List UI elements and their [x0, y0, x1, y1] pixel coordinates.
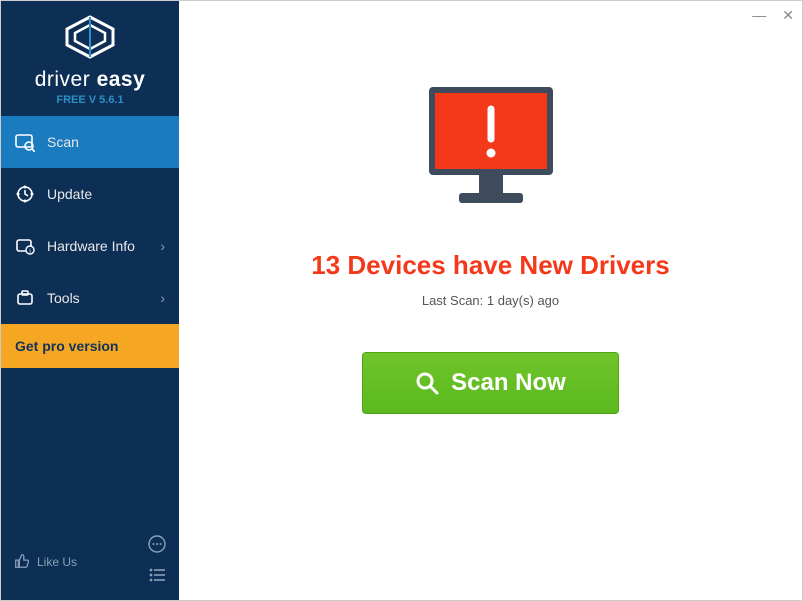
get-pro-button[interactable]: Get pro version: [1, 324, 179, 368]
menu-icon[interactable]: [147, 565, 167, 590]
bottom-icons: [147, 534, 167, 590]
nav-update[interactable]: Update: [1, 168, 179, 220]
tools-icon: [15, 288, 35, 308]
nav-tools[interactable]: Tools ›: [1, 272, 179, 324]
thumbs-up-icon: [13, 552, 31, 573]
content: 13 Devices have New Drivers Last Scan: 1…: [179, 29, 802, 600]
scan-icon: [15, 132, 35, 152]
monitor-alert-icon: [411, 79, 571, 224]
scan-result-headline: 13 Devices have New Drivers: [311, 250, 669, 281]
main-area: — ✕ 13 Devices have New Drivers Last Sca…: [179, 1, 802, 600]
chevron-right-icon: ›: [160, 238, 165, 254]
last-scan-text: Last Scan: 1 day(s) ago: [422, 293, 559, 308]
version-label: FREE V 5.6.1: [1, 94, 179, 106]
get-pro-label: Get pro version: [15, 338, 118, 354]
logo-area: driver easy FREE V 5.6.1: [1, 1, 179, 116]
feedback-icon[interactable]: [147, 534, 167, 559]
nav-hardware[interactable]: i Hardware Info ›: [1, 220, 179, 272]
scan-now-button[interactable]: Scan Now: [362, 352, 619, 414]
nav-scan-label: Scan: [47, 134, 79, 150]
update-icon: [15, 184, 35, 204]
minimize-button[interactable]: —: [752, 7, 766, 23]
chevron-right-icon: ›: [160, 290, 165, 306]
scan-now-label: Scan Now: [451, 369, 566, 397]
app-window: driver easy FREE V 5.6.1 Scan Update i: [1, 1, 802, 600]
nav: Scan Update i Hardware Info › Tools: [1, 116, 179, 524]
hardware-icon: i: [15, 236, 35, 256]
nav-scan[interactable]: Scan: [1, 116, 179, 168]
close-button[interactable]: ✕: [782, 7, 794, 24]
nav-update-label: Update: [47, 186, 92, 202]
like-us-label: Like Us: [37, 555, 77, 569]
like-us-button[interactable]: Like Us: [13, 552, 77, 573]
nav-hardware-label: Hardware Info: [47, 238, 135, 254]
nav-tools-label: Tools: [47, 290, 80, 306]
sidebar-bottom: Like Us: [1, 524, 179, 600]
magnifier-icon: [415, 371, 439, 395]
titlebar: — ✕: [179, 1, 802, 29]
logo-icon: [1, 15, 179, 64]
sidebar: driver easy FREE V 5.6.1 Scan Update i: [1, 1, 179, 600]
brand-name: driver easy: [1, 68, 179, 92]
svg-text:i: i: [29, 249, 30, 255]
